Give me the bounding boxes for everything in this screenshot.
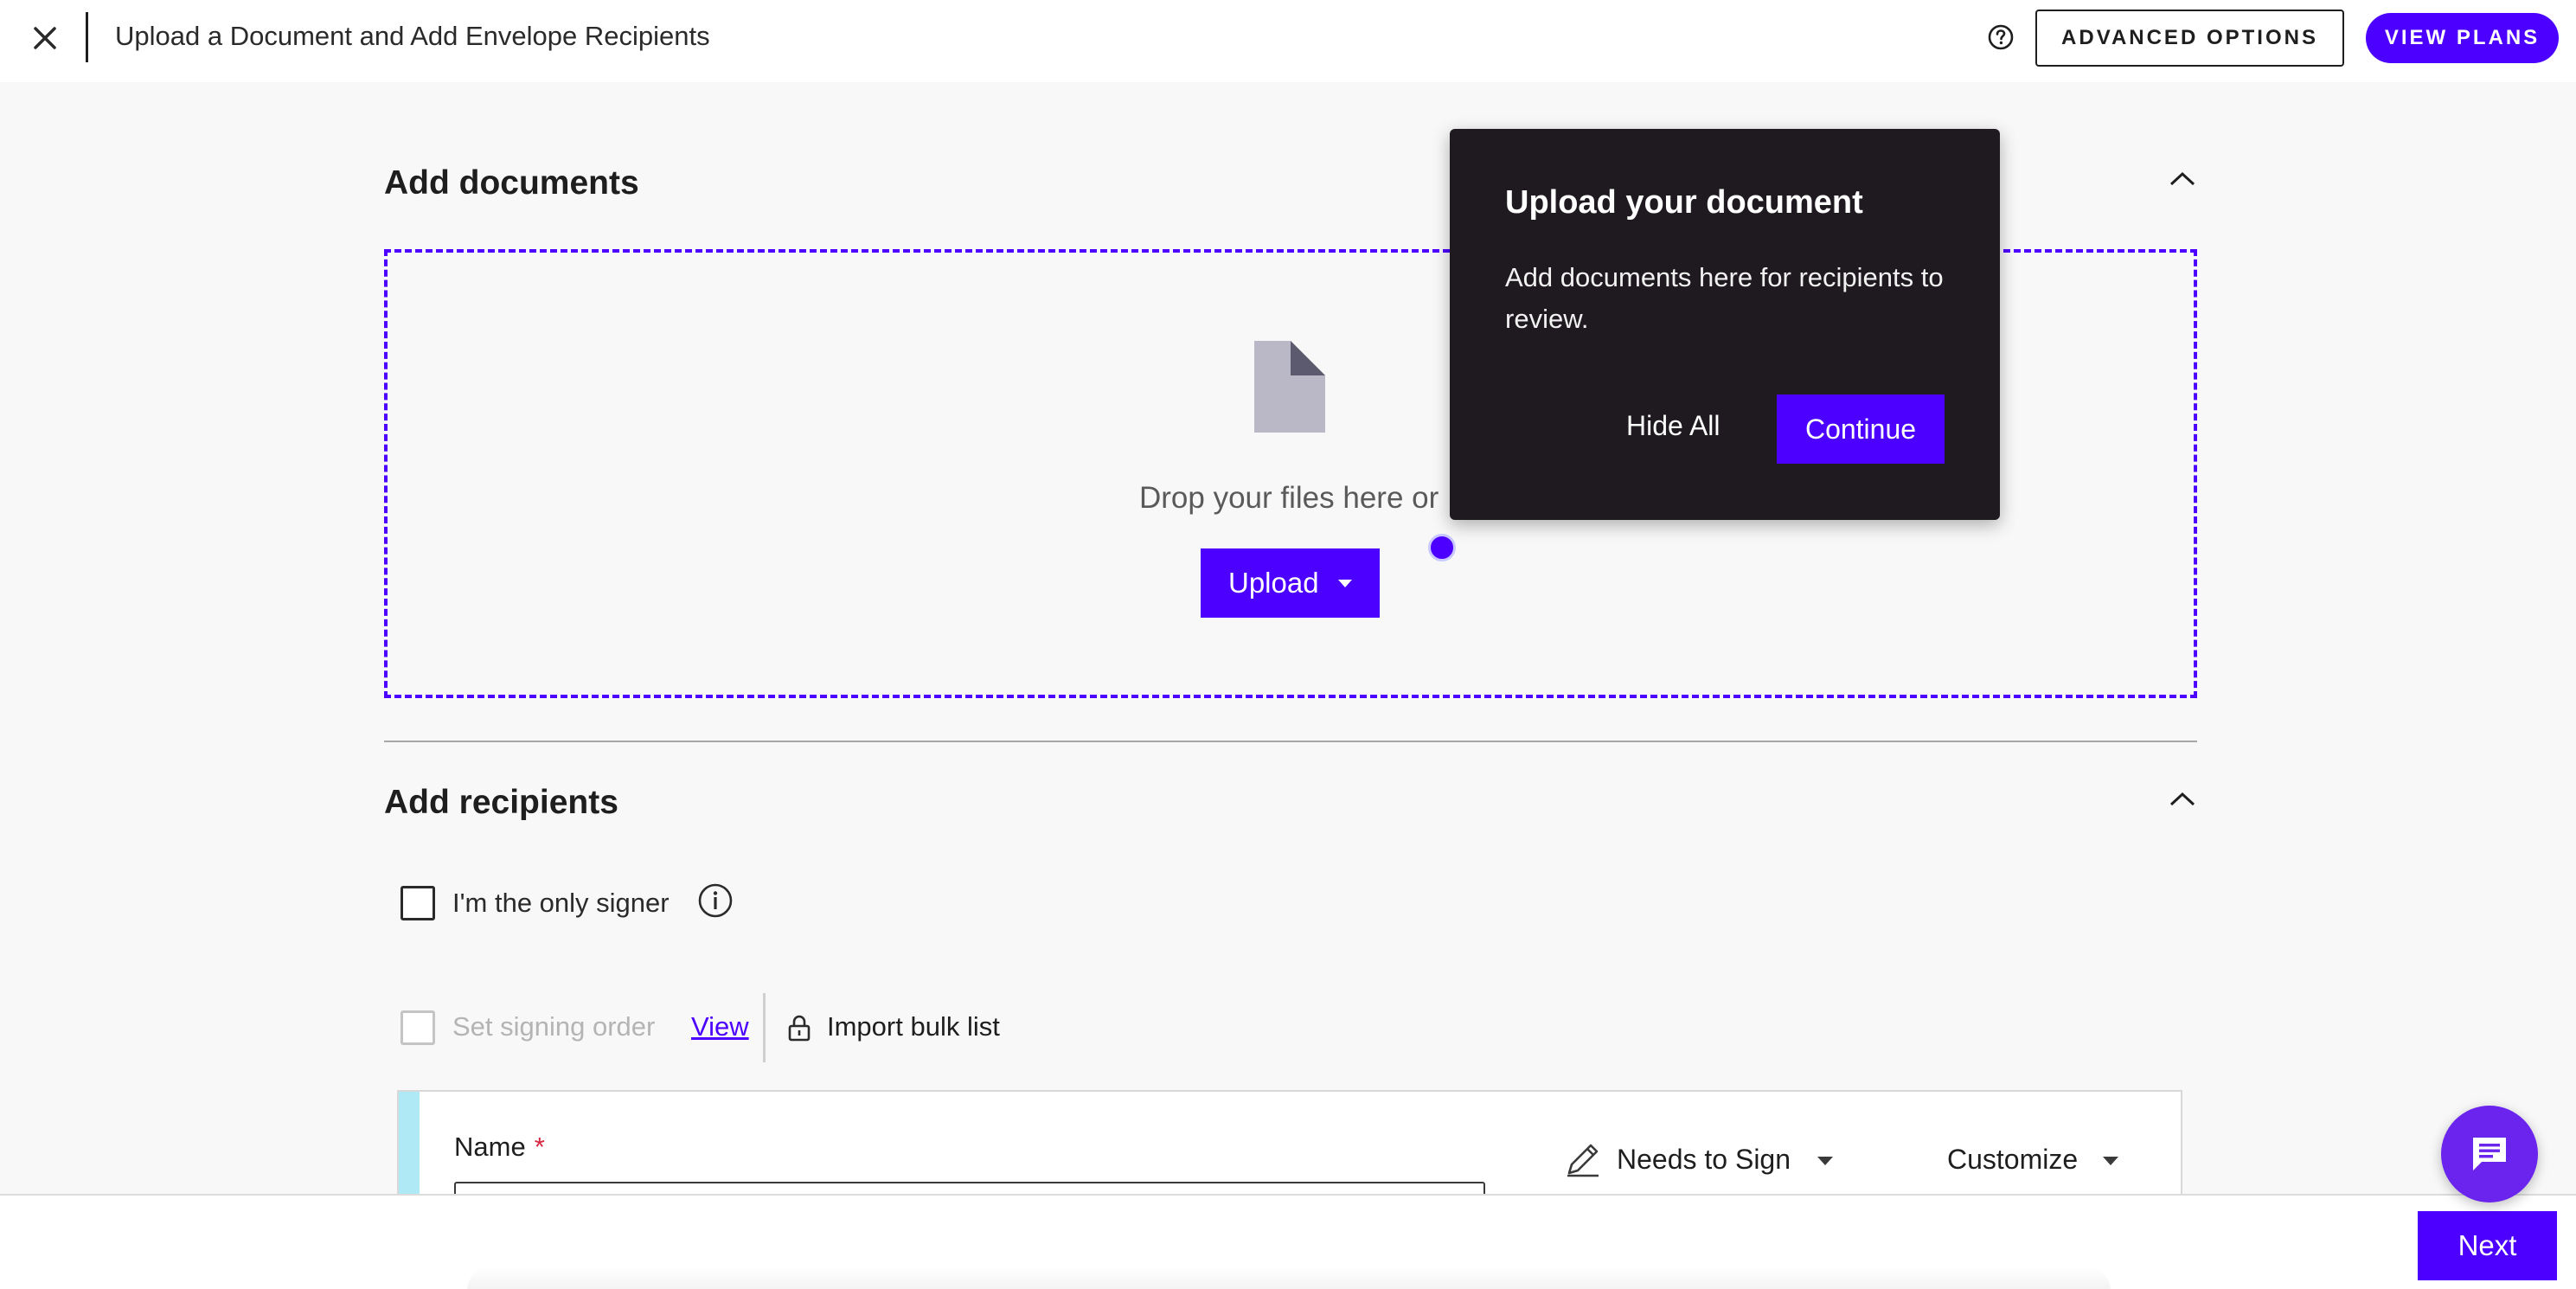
section-divider bbox=[384, 741, 2197, 742]
continue-button[interactable]: Continue bbox=[1777, 394, 1945, 464]
footer-bar: Next bbox=[0, 1194, 2576, 1289]
view-plans-button[interactable]: VIEW PLANS bbox=[2366, 13, 2559, 63]
help-circle-icon[interactable] bbox=[1987, 23, 2015, 51]
signing-order-checkbox[interactable] bbox=[400, 1010, 435, 1045]
tour-beacon-dot[interactable] bbox=[1428, 534, 1456, 561]
toolbar-divider bbox=[763, 993, 766, 1062]
recipient-role-dropdown[interactable]: Needs to Sign bbox=[1617, 1144, 1791, 1176]
signing-order-label: Set signing order bbox=[452, 1011, 656, 1042]
only-signer-checkbox[interactable] bbox=[400, 886, 435, 920]
next-button[interactable]: Next bbox=[2418, 1211, 2557, 1280]
upload-button-label: Upload bbox=[1228, 567, 1319, 599]
customize-dropdown[interactable]: Customize bbox=[1947, 1144, 2078, 1176]
drop-files-text: Drop your files here or bbox=[1139, 481, 1439, 515]
chat-button[interactable] bbox=[2441, 1106, 2538, 1202]
only-signer-label: I'm the only signer bbox=[452, 888, 670, 918]
import-bulk-list-button[interactable]: Import bulk list bbox=[827, 1011, 1000, 1042]
document-file-icon bbox=[1254, 341, 1325, 433]
close-icon[interactable] bbox=[28, 21, 62, 55]
page-title: Upload a Document and Add Envelope Recip… bbox=[115, 21, 710, 51]
collapse-documents-chevron-up-icon[interactable] bbox=[2168, 170, 2197, 189]
upload-button[interactable]: Upload bbox=[1201, 548, 1380, 618]
footer-shadow bbox=[467, 1267, 2111, 1289]
view-signing-order-link[interactable]: View bbox=[691, 1011, 749, 1042]
hide-all-button[interactable]: Hide All bbox=[1626, 410, 1721, 442]
top-bar: Upload a Document and Add Envelope Recip… bbox=[0, 0, 2576, 82]
popover-title: Upload your document bbox=[1505, 184, 1863, 221]
pen-icon bbox=[1564, 1140, 1602, 1178]
popover-body: Add documents here for recipients to rev… bbox=[1505, 262, 1944, 334]
upload-dropdown-caret-icon bbox=[1338, 580, 1352, 587]
name-label: Name * bbox=[454, 1132, 545, 1163]
role-caret-down-icon[interactable] bbox=[1817, 1157, 1833, 1165]
info-icon[interactable] bbox=[697, 882, 734, 919]
header-divider bbox=[86, 12, 88, 62]
lock-icon bbox=[788, 1014, 811, 1042]
add-documents-title: Add documents bbox=[384, 164, 639, 202]
add-recipients-title: Add recipients bbox=[384, 784, 618, 821]
required-marker: * bbox=[534, 1132, 545, 1162]
advanced-options-button[interactable]: ADVANCED OPTIONS bbox=[2035, 10, 2344, 67]
name-label-text: Name bbox=[454, 1132, 526, 1162]
customize-caret-down-icon[interactable] bbox=[2103, 1157, 2118, 1165]
collapse-recipients-chevron-up-icon[interactable] bbox=[2168, 790, 2197, 809]
chat-bubble-icon bbox=[2473, 1138, 2506, 1170]
